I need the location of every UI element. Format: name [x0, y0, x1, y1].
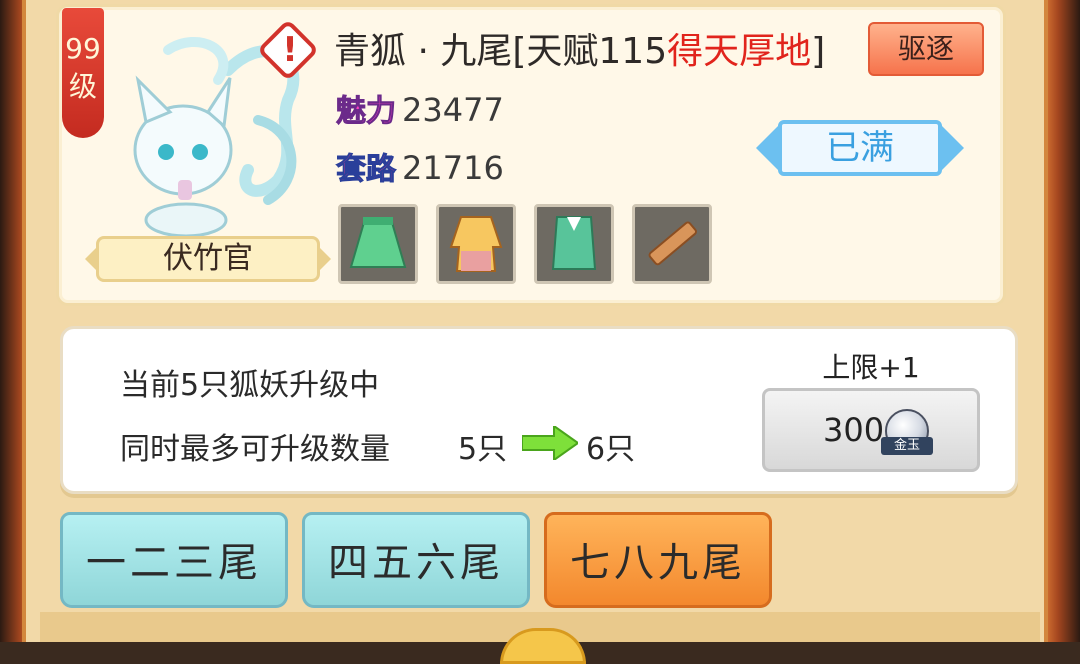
- limit-increase-label: 上限+1: [822, 351, 920, 384]
- current-upgrading-text: 当前5只狐妖升级中: [120, 368, 380, 403]
- charm-stat: 魅力 23477: [336, 88, 504, 132]
- level-unit: 级: [68, 70, 97, 103]
- servant-name: 青狐 · 九尾: [334, 31, 513, 72]
- charm-value: 23477: [402, 91, 504, 129]
- next-max-value: 6只: [586, 432, 636, 467]
- talent-prefix: [天赋115: [512, 31, 668, 72]
- level-banner: 99 级: [62, 8, 104, 138]
- talent-suffix: ]: [811, 31, 826, 72]
- buy-limit-button[interactable]: 300 金玉: [762, 388, 980, 472]
- currency-tag: 金玉: [881, 437, 933, 455]
- maxed-status-button[interactable]: 已满: [756, 112, 964, 184]
- tactics-label: 套路: [336, 152, 397, 188]
- equipment-slot-plank[interactable]: [632, 204, 712, 284]
- servant-name-line: 青狐 · 九尾[天赋115得天厚地]: [334, 26, 825, 78]
- official-rank-tag: 伏竹官: [85, 236, 331, 282]
- equipment-slot-robe[interactable]: [436, 204, 516, 284]
- equipment-slot-skirt[interactable]: [338, 204, 418, 284]
- right-arrow-decoration: [942, 126, 964, 170]
- cost-value: 300: [823, 411, 885, 449]
- tab-tails-4-6[interactable]: 四五六尾: [302, 512, 530, 608]
- wooden-plank-icon: [648, 221, 697, 266]
- level-value: 99: [65, 32, 101, 65]
- tab-tails-1-3[interactable]: 一二三尾: [60, 512, 288, 608]
- max-upgrade-label: 同时最多可升级数量: [120, 432, 390, 467]
- tab-tails-7-9[interactable]: 七八九尾: [544, 512, 772, 608]
- maxed-status-label: 已满: [778, 120, 942, 176]
- expel-button[interactable]: 驱逐: [868, 22, 984, 76]
- tactics-value: 21716: [402, 149, 504, 187]
- green-skirt-icon: [349, 217, 407, 268]
- tactics-stat: 套路 21716: [336, 146, 504, 190]
- warning-icon[interactable]: !: [278, 26, 302, 74]
- current-max-value: 5只: [458, 432, 508, 467]
- green-vest-icon: [551, 216, 597, 270]
- green-arrow-icon: [522, 426, 578, 460]
- charm-label: 魅力: [336, 94, 397, 130]
- left-arrow-decoration: [756, 126, 778, 170]
- equipment-slot-vest[interactable]: [534, 204, 614, 284]
- yellow-robe-icon: [449, 216, 503, 272]
- talent-type: 得天厚地: [667, 31, 812, 72]
